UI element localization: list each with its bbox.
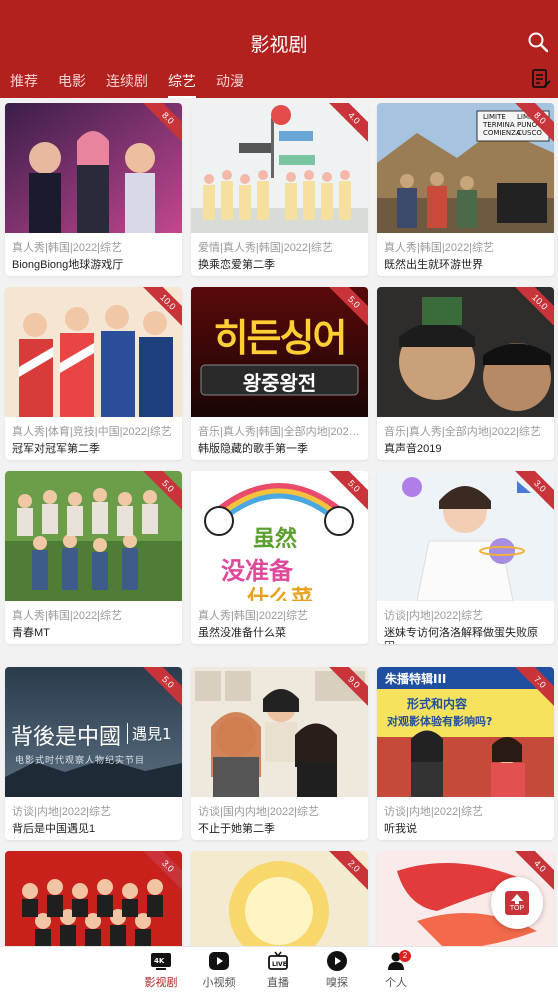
card-title: 换乘恋爱第二季 (198, 259, 275, 271)
nav-item-videos[interactable]: 4K 影视剧 (131, 950, 191, 990)
title-art-text: 虽然 (253, 527, 298, 552)
card-meta: 真人秀|韩国|2022|综艺 (384, 242, 495, 254)
card-meta: 访谈|国内内地|2022|综艺 (198, 806, 320, 818)
play-circle-icon (326, 950, 348, 972)
search-icon[interactable] (526, 30, 550, 54)
card-meta: 真人秀|韩国|2022|综艺 (198, 610, 309, 622)
video-card[interactable]: 4.0 爱情|真人秀|韩国|2022|综艺 换乘恋爱第二季 (191, 103, 368, 276)
video-card[interactable]: 朱播特辑III 形式和内容 对观影体验有影响吗? 7.0 访谈|内地|2022|… (377, 667, 554, 840)
tab-movie[interactable]: 电影 (48, 68, 96, 98)
title-art-text: 朱播特辑III (385, 672, 447, 686)
scroll-top-button[interactable]: TOP (491, 877, 543, 929)
score-ribbon: 3.0 (514, 471, 554, 511)
title-art-text: 遇見1 (127, 723, 172, 744)
bottom-nav: 4K 影视剧 小视频 LIVE 直播 嗅探 2 个人 (0, 946, 558, 992)
subtitle-art-text: 电影式时代观察人物纪实节目 (15, 756, 146, 766)
video-card[interactable]: 8.0 真人秀|韩国|2022|综艺 BiongBiong地球游戏厅 (5, 103, 182, 276)
play-circle-icon (208, 950, 230, 972)
card-title: 既然出生就环游世界 (384, 259, 483, 271)
video-card[interactable]: 2.0 (191, 851, 368, 946)
score-ribbon: 10.0 (142, 287, 182, 327)
card-meta: 访谈|内地|2022|综艺 (12, 806, 112, 818)
video-card[interactable]: LIMITETERMINACOMIENZA LIMITEPUNOCUSCO 8.… (377, 103, 554, 276)
title-art-text: 对观影体验有影响吗? (387, 715, 493, 728)
video-card[interactable]: 히든싱어 왕중왕전 5.0 音乐|真人秀|韩国|全部内地|2022|综艺 韩版隐… (191, 287, 368, 460)
card-meta: 真人秀|韩国|2022|综艺 (12, 610, 123, 622)
category-tabs: 推荐 电影 连续剧 综艺 动漫 (0, 68, 254, 98)
title-art-text: 什么菜 (247, 587, 314, 601)
video-card[interactable]: 9.0 访谈|国内内地|2022|综艺 不止于她第二季 (191, 667, 368, 840)
score-ribbon: 2.0 (328, 851, 368, 891)
score-ribbon: 7.0 (514, 667, 554, 707)
card-meta: 真人秀|体育|竞技|中国|2022|综艺 (12, 426, 172, 438)
svg-text:4K: 4K (154, 957, 165, 965)
card-title: 冠军对冠军第二季 (12, 443, 100, 455)
score-ribbon: 5.0 (328, 287, 368, 327)
card-title: 真声音2019 (384, 443, 442, 455)
show-subtitle-text: 왕중왕전 (242, 371, 317, 395)
score-ribbon: 8.0 (142, 103, 182, 143)
card-meta: 爱情|真人秀|韩国|2022|综艺 (198, 242, 333, 254)
card-title: 虽然没准备什么菜 (198, 627, 286, 639)
tab-recommend[interactable]: 推荐 (0, 68, 48, 98)
score-ribbon: 9.0 (328, 667, 368, 707)
nav-item-profile[interactable]: 2 个人 (366, 950, 426, 990)
nav-item-live[interactable]: LIVE 直播 (248, 950, 308, 990)
card-meta: 真人秀|韩国|2022|综艺 (12, 242, 123, 254)
page-title: 影视剧 (250, 34, 308, 56)
tab-anime[interactable]: 动漫 (206, 68, 254, 98)
history-list-icon[interactable] (530, 68, 552, 90)
nav-item-short-videos[interactable]: 小视频 (189, 950, 249, 990)
variety-grid: 8.0 真人秀|韩国|2022|综艺 BiongBiong地球游戏厅 4.0 爱… (0, 103, 558, 946)
card-meta: 音乐|真人秀|韩国|全部内地|2022|综艺 (198, 426, 368, 438)
score-ribbon: 4.0 (328, 103, 368, 143)
card-title: 韩版隐藏的歌手第一季 (198, 443, 308, 455)
live-tv-icon: LIVE (267, 950, 289, 972)
score-ribbon: 5.0 (328, 471, 368, 511)
video-card[interactable]: 背後是中國 遇見1 电影式时代观察人物纪实节目 5.0 访谈|内地|2022|综… (5, 667, 182, 840)
score-ribbon: 8.0 (514, 103, 554, 143)
video-card[interactable]: 10.0 真人秀|体育|竞技|中国|2022|综艺 冠军对冠军第二季 (5, 287, 182, 460)
card-title: BiongBiong地球游戏厅 (12, 259, 124, 271)
video-card[interactable]: 3.0 (5, 851, 182, 946)
app-header: 影视剧 推荐 电影 连续剧 综艺 动漫 (0, 0, 558, 98)
card-meta: 音乐|真人秀|全部内地|2022|综艺 (384, 426, 541, 438)
score-ribbon: 10.0 (514, 287, 554, 327)
video-card[interactable]: 虽然 没准备 什么菜 5.0 真人秀|韩国|2022|综艺 虽然没准备什么菜 (191, 471, 368, 644)
card-title: 听我说 (384, 823, 417, 835)
card-title: 迷妹专访何洛洛解释做蛋失败原因 (384, 627, 538, 644)
card-meta: 访谈|内地|2022|综艺 (384, 610, 484, 622)
card-title: 不止于她第二季 (198, 823, 275, 835)
score-ribbon: 5.0 (142, 667, 182, 707)
svg-text:LIVE: LIVE (272, 961, 287, 968)
sign-text: LIMITE TERMINA COMIENZA (483, 113, 521, 137)
card-title: 青春MT (12, 627, 50, 639)
score-ribbon: 5.0 (142, 471, 182, 511)
video-card[interactable]: 3.0 访谈|内地|2022|综艺 迷妹专访何洛洛解释做蛋失败原因 (377, 471, 554, 644)
card-title: 背后是中国遇见1 (12, 823, 96, 835)
notification-badge: 2 (399, 950, 411, 962)
tab-series[interactable]: 连续剧 (96, 68, 158, 98)
title-art-text: 形式和内容 (407, 697, 468, 711)
video-card[interactable]: 10.0 音乐|真人秀|全部内地|2022|综艺 真声音2019 (377, 287, 554, 460)
card-meta: 访谈|内地|2022|综艺 (384, 806, 484, 818)
scroll-top-icon: TOP (505, 891, 529, 915)
4k-tv-icon: 4K (150, 950, 172, 972)
tab-variety[interactable]: 综艺 (158, 68, 206, 98)
score-ribbon: 3.0 (142, 851, 182, 891)
title-art-text: 背後是中國 (11, 725, 122, 750)
nav-item-sniff[interactable]: 嗅探 (307, 950, 367, 990)
video-card[interactable]: 5.0 真人秀|韩国|2022|综艺 青春MT (5, 471, 182, 644)
